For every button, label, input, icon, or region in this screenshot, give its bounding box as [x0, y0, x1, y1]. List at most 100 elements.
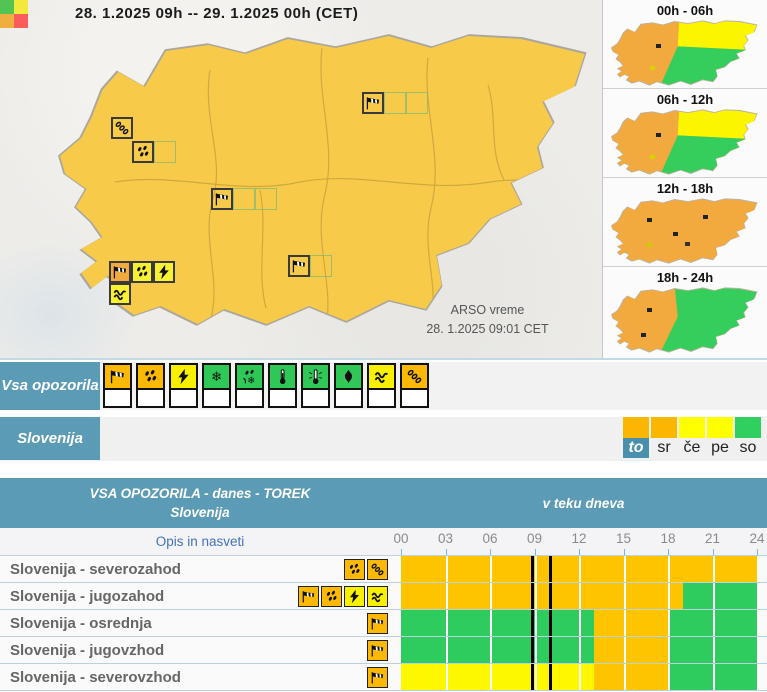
grid-line	[446, 556, 448, 582]
filter-thermo-high[interactable]	[268, 363, 297, 408]
filter-fire[interactable]	[334, 363, 363, 408]
grid-line	[446, 610, 448, 636]
region-label: Slovenija - jugovzhod	[0, 642, 164, 659]
filter-waves[interactable]	[367, 363, 396, 408]
map-warning-lightning[interactable]	[153, 261, 175, 283]
hour-tick	[535, 549, 536, 555]
map-warning-wind[interactable]	[109, 261, 131, 283]
now-line	[549, 556, 552, 582]
table-row[interactable]: Slovenija - jugozahod	[0, 583, 767, 610]
map-warning-wind[interactable]	[211, 188, 233, 210]
wind-icon	[367, 667, 388, 688]
table-row[interactable]: Slovenija - severovzhod	[0, 664, 767, 691]
day-tab-če[interactable]: če	[679, 417, 705, 458]
day-tab-to[interactable]: to	[623, 417, 649, 458]
region-name-label: Slovenija	[0, 417, 100, 460]
grid-line	[624, 664, 626, 690]
sleet-icon: ❄	[237, 365, 262, 390]
grid-line	[668, 610, 670, 636]
hour-label: 03	[431, 531, 461, 546]
map-warning-wind[interactable]	[288, 255, 310, 277]
mini-map	[612, 198, 758, 264]
ghost-cell	[255, 188, 277, 210]
grid-line	[579, 664, 581, 690]
thermo-high-icon	[270, 365, 295, 390]
hours-axis: 000306091215182124	[401, 528, 757, 555]
map-warning-rain[interactable]	[132, 141, 154, 163]
svg-text:❄: ❄	[247, 375, 255, 385]
rain-icon	[344, 559, 365, 580]
all-warnings-label: Vsa opozorila	[0, 362, 100, 410]
hour-label: 24	[742, 531, 767, 546]
attribution-source: ARSO vreme	[380, 301, 595, 320]
map-section: 28. 1.2025 09h -- 29. 1.2025 00h (CET)	[0, 0, 767, 360]
grid-line	[446, 583, 448, 609]
mini-warning-mark	[650, 155, 655, 159]
table-row[interactable]: Slovenija - severozahod	[0, 556, 767, 583]
rain-icon	[138, 365, 163, 390]
day-severity-color	[679, 417, 705, 438]
desc-header[interactable]: Opis in nasveti	[0, 528, 400, 555]
timeline-segment	[594, 610, 668, 636]
filter-rain[interactable]	[136, 363, 165, 408]
row-warning-icons	[367, 640, 388, 661]
map-warning-wind[interactable]	[362, 92, 384, 114]
period-panel-3[interactable]: 12h - 18h	[603, 178, 767, 267]
map-warning-rain[interactable]	[131, 261, 153, 283]
region-borders	[60, 30, 590, 330]
filter-lightning[interactable]	[169, 363, 198, 408]
grid-line	[624, 637, 626, 663]
grid-line	[624, 556, 626, 582]
filter-chain[interactable]	[400, 363, 429, 408]
day-tab-pe[interactable]: pe	[707, 417, 733, 458]
grid-line	[490, 583, 492, 609]
mini-map	[612, 109, 758, 175]
now-line	[531, 664, 534, 690]
legend-red	[14, 14, 28, 28]
day-label: so	[735, 438, 761, 458]
mini-warning-mark	[641, 333, 646, 337]
row-warning-icons	[344, 559, 388, 580]
period-panel-4[interactable]: 18h - 24h	[603, 267, 767, 356]
filter-snow[interactable]: ❄	[202, 363, 231, 408]
hour-tick	[624, 549, 625, 555]
map-warning-waves[interactable]	[109, 283, 131, 305]
filter-section: Vsa opozorila ❄❄ Slovenija tosrčepeso	[0, 360, 767, 478]
filter-sleet[interactable]: ❄	[235, 363, 264, 408]
mini-warning-mark	[656, 133, 661, 137]
grid-line	[668, 637, 670, 663]
grid-line	[713, 556, 715, 582]
mini-warning-mark	[647, 308, 652, 312]
wind-icon	[365, 95, 381, 111]
table-title: VSA OPOZORILA - danes - TOREK	[0, 486, 400, 501]
waves-icon	[367, 586, 388, 607]
row-warning-icons	[367, 667, 388, 688]
grid-line	[713, 610, 715, 636]
warning-type-tiles: ❄❄	[103, 363, 429, 408]
wind-icon	[291, 258, 307, 274]
map-warning-chain[interactable]	[111, 117, 133, 139]
period-label: 18h - 24h	[603, 267, 767, 285]
period-panel-1[interactable]: 00h - 06h	[603, 0, 767, 89]
warnings-table: VSA OPOZORILA - danes - TOREK Slovenija …	[0, 478, 767, 691]
now-line	[549, 583, 552, 609]
day-tab-so[interactable]: so	[735, 417, 761, 458]
snow-icon: ❄	[204, 365, 229, 390]
grid-line	[535, 583, 537, 609]
period-panel-2[interactable]: 06h - 12h	[603, 89, 767, 178]
grid-line	[535, 556, 537, 582]
period-label: 12h - 18h	[603, 178, 767, 196]
hour-tick	[713, 549, 714, 555]
rain-icon	[134, 264, 150, 280]
hour-tick	[757, 549, 758, 555]
row-warning-icons	[298, 586, 388, 607]
lightning-icon	[344, 586, 365, 607]
day-tab-sr[interactable]: sr	[651, 417, 677, 458]
filter-thermo-low[interactable]	[301, 363, 330, 408]
grid-line	[713, 664, 715, 690]
hour-label: 18	[653, 531, 683, 546]
table-row[interactable]: Slovenija - osrednja	[0, 610, 767, 637]
table-row[interactable]: Slovenija - jugovzhod	[0, 637, 767, 664]
filter-wind[interactable]	[103, 363, 132, 408]
lightning-icon	[171, 365, 196, 390]
